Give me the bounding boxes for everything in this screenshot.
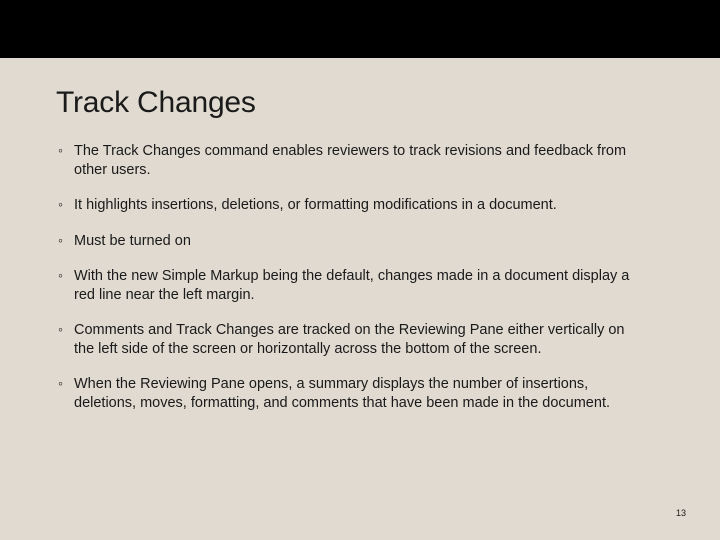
page-number: 13 (676, 508, 686, 518)
slide-title: Track Changes (56, 86, 664, 120)
list-item: Must be turned on (56, 232, 636, 251)
top-bar (0, 0, 720, 58)
bullet-list: The Track Changes command enables review… (56, 142, 664, 412)
slide-content: Track Changes The Track Changes command … (0, 58, 720, 412)
list-item: Comments and Track Changes are tracked o… (56, 321, 636, 358)
list-item: When the Reviewing Pane opens, a summary… (56, 375, 636, 412)
list-item: With the new Simple Markup being the def… (56, 267, 636, 304)
list-item: The Track Changes command enables review… (56, 142, 636, 179)
list-item: It highlights insertions, deletions, or … (56, 196, 636, 215)
